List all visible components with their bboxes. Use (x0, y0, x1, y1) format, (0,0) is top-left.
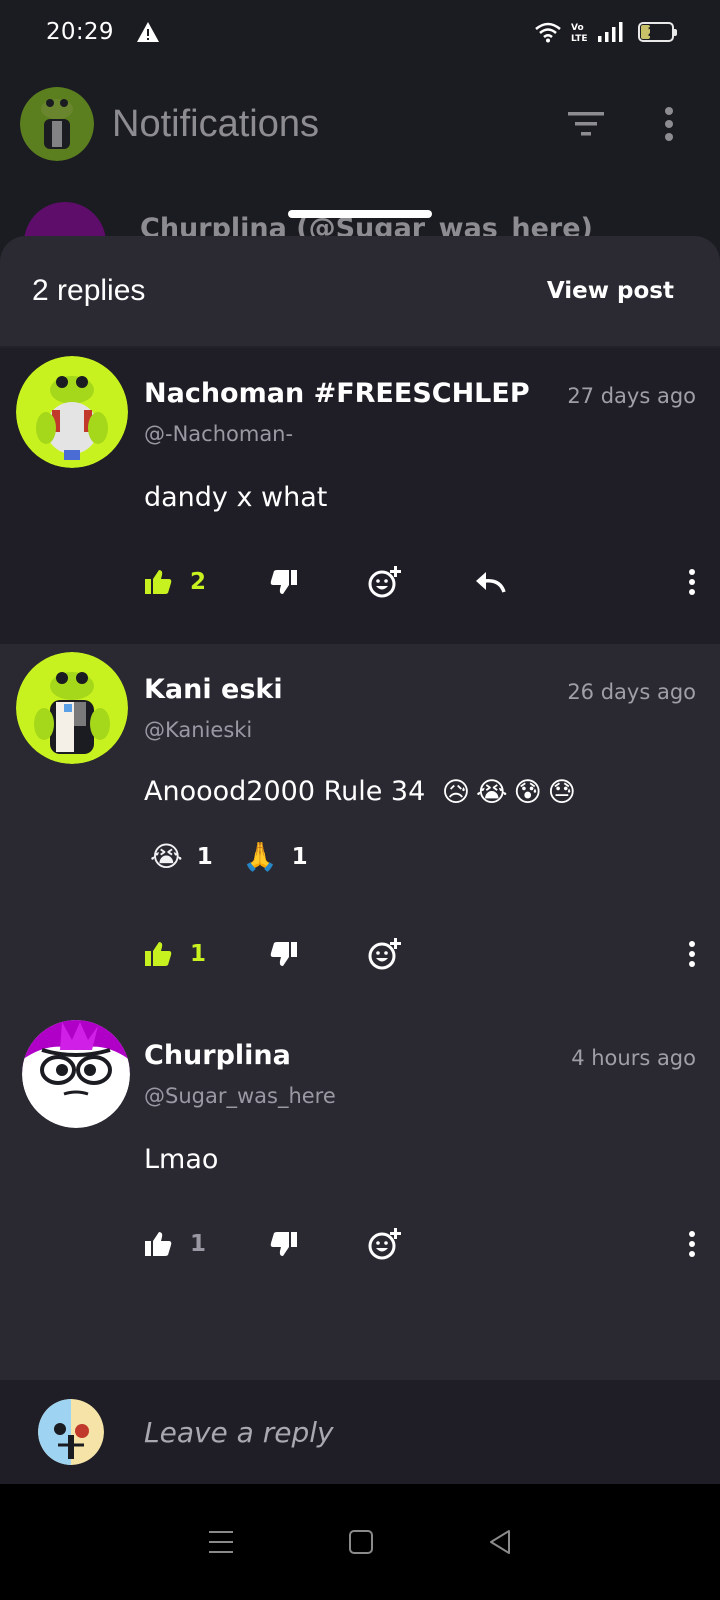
comment-time: 27 days ago (567, 384, 696, 408)
comment-author[interactable]: Churplina (144, 1040, 291, 1071)
reaction-emoji: 🙏 (242, 840, 278, 873)
system-nav-bar (0, 1484, 720, 1600)
more-vertical-icon (689, 1231, 695, 1257)
page-title: Notifications (112, 102, 319, 145)
reaction-count: 1 (196, 843, 213, 870)
filter-icon[interactable] (566, 109, 606, 139)
comment-item: Nachoman #FREESCHLEP 27 days ago @-Nacho… (0, 348, 720, 644)
comment-body: Anoood2000 Rule 34 😥 😭 😰 😓 (144, 776, 576, 808)
comment-handle[interactable]: @Sugar_was_here (144, 1084, 336, 1108)
home-square-icon[interactable] (348, 1529, 374, 1555)
thumbs-up-icon (145, 1232, 172, 1256)
status-time: 20:29 (46, 19, 114, 45)
comment-text: Anoood2000 Rule 34 (144, 776, 426, 807)
like-button[interactable]: 1 (144, 1231, 206, 1257)
like-count: 1 (190, 941, 207, 967)
dislike-button[interactable] (270, 1231, 298, 1257)
comment-more-button[interactable] (688, 941, 696, 967)
dislike-button[interactable] (270, 941, 298, 967)
app-bar-actions (566, 107, 674, 141)
comment-item: Churplina 4 hours ago @Sugar_was_here Lm… (0, 1018, 720, 1398)
reply-arrow-icon (476, 572, 506, 593)
reaction-count: 1 (291, 843, 308, 870)
add-emoji-icon (368, 938, 402, 970)
comment-item: Kani eski 26 days ago @Kanieski Anoood20… (0, 644, 720, 1018)
comment-actions: 2 (144, 562, 696, 602)
reply-input[interactable] (144, 1415, 664, 1449)
volte-icon: Vo LTE (571, 23, 588, 43)
status-icons: Vo LTE 29 (534, 21, 677, 43)
emoji-sad: 😥 (441, 777, 471, 808)
app-bar: Notifications (0, 64, 720, 184)
comment-actions: 1 (144, 934, 696, 974)
more-vertical-icon[interactable] (664, 107, 674, 141)
comment-text: Lmao (144, 1144, 219, 1175)
comment-more-button[interactable] (688, 1231, 696, 1257)
comment-time: 4 hours ago (571, 1046, 696, 1070)
like-count: 1 (190, 1231, 207, 1257)
reply-bar (0, 1380, 720, 1484)
reaction-emoji: 😭 (150, 840, 183, 873)
avatar[interactable] (16, 356, 128, 468)
comment-handle[interactable]: @-Nachoman- (144, 422, 293, 446)
comment-author[interactable]: Nachoman #FREESCHLEP (144, 378, 530, 409)
battery-icon: 29 (638, 22, 677, 42)
signal-icon (598, 22, 623, 42)
comment-emojis: 😥 😭 😰 😓 (442, 777, 576, 808)
more-vertical-icon (689, 941, 695, 967)
back-triangle-icon[interactable] (487, 1529, 513, 1555)
add-emoji-icon (368, 566, 402, 598)
svg-text:LTE: LTE (571, 34, 588, 43)
thumbs-up-icon (145, 942, 172, 966)
add-reaction-button[interactable] (368, 1227, 402, 1261)
reaction-chips: 😭 1 🙏 1 (150, 840, 308, 873)
comment-handle[interactable]: @Kanieski (144, 718, 252, 742)
view-post-button[interactable]: View post (547, 278, 674, 304)
thumbs-down-icon (270, 942, 298, 966)
screen: 20:29 Vo LTE 29 Notifications Churplina … (0, 0, 720, 1600)
reaction-chip[interactable]: 😭 1 (150, 840, 213, 873)
reply-button[interactable] (474, 570, 506, 594)
wifi-icon (535, 22, 561, 43)
more-vertical-icon (689, 569, 695, 595)
add-emoji-icon (368, 1228, 402, 1260)
app-logo-avatar[interactable] (20, 87, 94, 161)
comment-actions: 1 (144, 1224, 696, 1264)
current-user-avatar (38, 1399, 104, 1465)
add-reaction-button[interactable] (368, 565, 402, 599)
emoji-anxious: 😰 (513, 777, 542, 808)
emoji-crying: 😭 (476, 777, 508, 808)
add-reaction-button[interactable] (368, 937, 402, 971)
menu-icon[interactable] (207, 1529, 235, 1555)
thumbs-down-icon (270, 1232, 298, 1256)
thumbs-down-icon (270, 570, 298, 594)
reaction-chip[interactable]: 🙏 1 (243, 840, 308, 873)
battery-level: 29 (647, 25, 665, 39)
comment-text: dandy x what (144, 482, 328, 513)
status-bar: 20:29 Vo LTE 29 (0, 0, 720, 64)
like-button[interactable]: 2 (144, 569, 206, 595)
like-count: 2 (190, 569, 207, 595)
sheet-header: 2 replies View post (0, 236, 720, 348)
warning-icon (136, 22, 159, 42)
comment-author[interactable]: Kani eski (144, 674, 283, 705)
avatar[interactable] (22, 1020, 130, 1128)
like-button[interactable]: 1 (144, 941, 206, 967)
dislike-button[interactable] (270, 569, 298, 595)
replies-sheet: 2 replies View post Nachoman #FREESCHLEP… (0, 236, 720, 1516)
svg-text:Vo: Vo (571, 23, 584, 33)
replies-count: 2 replies (32, 274, 146, 307)
avatar[interactable] (16, 652, 128, 764)
emoji-downcast: 😓 (547, 777, 576, 808)
sheet-drag-handle[interactable] (288, 210, 432, 218)
comment-time: 26 days ago (567, 680, 696, 704)
thumbs-up-icon (145, 570, 172, 594)
comment-more-button[interactable] (688, 569, 696, 595)
